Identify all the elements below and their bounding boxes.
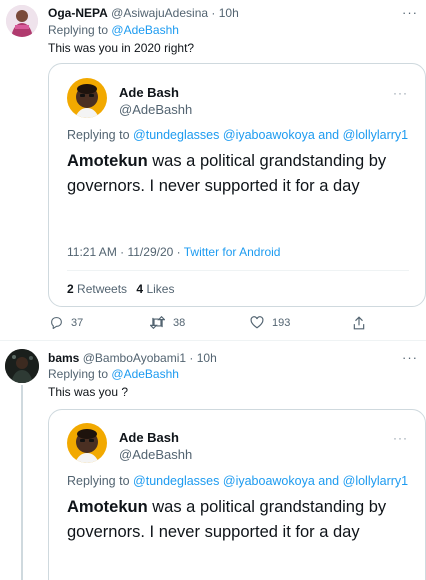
quoted-avatar[interactable] <box>67 78 107 118</box>
quoted-source[interactable]: Twitter for Android <box>184 245 281 259</box>
reply-count: 37 <box>71 316 84 329</box>
more-options-icon[interactable]: ··· <box>402 351 418 364</box>
replying-and[interactable]: and <box>318 128 339 142</box>
replying-handle-iyaboawokoya[interactable]: @iyaboawokoya <box>223 128 315 142</box>
replying-label: Replying to <box>48 367 109 381</box>
tweet-text: This was you in 2020 right? <box>48 41 195 55</box>
tweet-1[interactable]: Oga-NEPA @AsiwajuAdesina · 10h ··· Reply… <box>0 0 426 341</box>
avatar[interactable] <box>6 5 38 37</box>
replying-label: Replying to <box>48 23 109 37</box>
like-count: 193 <box>272 316 291 329</box>
quoted-avatar-image <box>67 423 107 463</box>
quoted-tweet[interactable]: Ade Bash @AdeBashh ··· Replying to @tund… <box>48 63 426 307</box>
separator-dot: · <box>211 6 216 20</box>
avatar-image <box>6 5 38 37</box>
quoted-tweet-text: Amotekun was a political grandstanding b… <box>67 495 407 545</box>
replying-handle-lollylarry1[interactable]: @lollylarry1 <box>343 474 408 488</box>
quoted-author-handle[interactable]: @AdeBashh <box>119 102 192 117</box>
replying-handle[interactable]: @AdeBashh <box>111 23 179 37</box>
share-button[interactable] <box>353 316 365 330</box>
quoted-author-name[interactable]: Ade Bash <box>119 85 179 100</box>
more-options-icon[interactable]: ··· <box>402 6 418 19</box>
thread-line <box>21 385 23 580</box>
replying-to: Replying to @AdeBashh <box>48 367 179 382</box>
tweet-2[interactable]: bams @BamboAyobami1 · 10h ··· Replying t… <box>0 341 426 580</box>
tweet-text: This was you ? <box>48 385 129 399</box>
retweets-count[interactable]: 2 <box>67 282 74 296</box>
replying-handle[interactable]: @AdeBashh <box>111 367 179 381</box>
replying-handle-tundeglasses[interactable]: @tundeglasses <box>133 474 219 488</box>
separator-dot: · <box>189 351 194 365</box>
quoted-timestamp: 11:21 AM · 11/29/20 · Twitter for Androi… <box>67 245 280 259</box>
retweets-label[interactable]: Retweets <box>77 282 127 296</box>
replying-to: Replying to @AdeBashh <box>48 23 179 38</box>
quoted-more-icon[interactable]: ··· <box>393 86 408 100</box>
author-handle[interactable]: @BamboAyobami1 <box>83 351 186 365</box>
retweet-icon <box>150 316 165 329</box>
quoted-replying-label: Replying to <box>67 474 130 488</box>
quoted-divider <box>67 270 409 271</box>
retweet-button[interactable]: 38 <box>150 316 185 329</box>
replying-handle-tundeglasses[interactable]: @tundeglasses <box>133 128 219 142</box>
likes-label[interactable]: Likes <box>146 282 174 296</box>
share-icon <box>353 316 365 330</box>
reply-button[interactable]: 37 <box>50 316 83 329</box>
quoted-text-bold: Amotekun <box>67 498 148 516</box>
quoted-more-icon[interactable]: ··· <box>393 431 408 445</box>
tweet-time[interactable]: 10h <box>197 351 217 365</box>
quoted-replying-to: Replying to @tundeglasses @iyaboawokoya … <box>67 128 408 142</box>
author-name[interactable]: Oga-NEPA <box>48 6 108 20</box>
quoted-tweet-text: Amotekun was a political grandstanding b… <box>67 149 407 199</box>
quoted-stats: 2 Retweets 4 Likes <box>67 282 174 296</box>
like-button[interactable]: 193 <box>250 316 290 329</box>
quoted-tweet[interactable]: Ade Bash @AdeBashh ··· Replying to @tund… <box>48 409 426 580</box>
retweet-count: 38 <box>173 316 186 329</box>
replying-handle-lollylarry1[interactable]: @lollylarry1 <box>343 128 408 142</box>
quoted-replying-label: Replying to <box>67 128 130 142</box>
tweet-time[interactable]: 10h <box>219 6 239 20</box>
quoted-avatar-image <box>67 78 107 118</box>
quoted-author-handle[interactable]: @AdeBashh <box>119 447 192 462</box>
quoted-text-bold: Amotekun <box>67 152 148 170</box>
tweet-actions: 37 38 193 <box>0 315 426 333</box>
quoted-avatar[interactable] <box>67 423 107 463</box>
quoted-author-name[interactable]: Ade Bash <box>119 430 179 445</box>
tweet-header: bams @BamboAyobami1 · 10h <box>48 351 217 366</box>
quoted-replying-to: Replying to @tundeglasses @iyaboawokoya … <box>67 474 408 488</box>
quoted-time[interactable]: 11:21 AM · 11/29/20 · <box>67 245 184 259</box>
author-name[interactable]: bams <box>48 351 79 365</box>
avatar[interactable] <box>5 349 39 383</box>
avatar-image <box>5 349 39 383</box>
likes-count[interactable]: 4 <box>136 282 143 296</box>
heart-icon <box>250 316 264 329</box>
reply-icon <box>51 317 62 329</box>
replying-and[interactable]: and <box>318 474 339 488</box>
author-handle[interactable]: @AsiwajuAdesina <box>111 6 208 20</box>
replying-handle-iyaboawokoya[interactable]: @iyaboawokoya <box>223 474 315 488</box>
tweet-header: Oga-NEPA @AsiwajuAdesina · 10h <box>48 6 239 21</box>
